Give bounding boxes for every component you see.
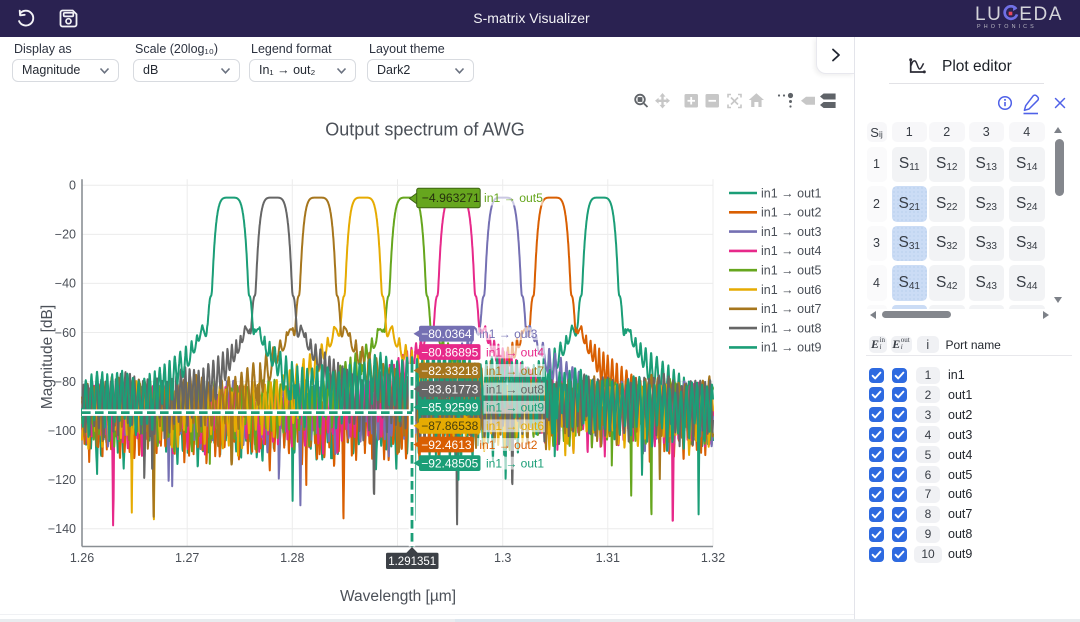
svg-text:1.31: 1.31	[596, 551, 620, 565]
svg-text:in1 → out6: in1 → out6	[761, 283, 822, 297]
svg-text:in1 → out5: in1 → out5	[484, 191, 543, 205]
svg-text:in1 → out9: in1 → out9	[761, 341, 822, 355]
svg-text:−40: −40	[55, 277, 76, 291]
svg-text:in1 → out5: in1 → out5	[761, 264, 822, 278]
svg-text:Wavelength [µm]: Wavelength [µm]	[340, 588, 456, 605]
svg-text:0: 0	[69, 179, 76, 193]
svg-text:−20: −20	[55, 228, 76, 242]
svg-text:−140: −140	[48, 522, 76, 536]
svg-text:in1 → out7: in1 → out7	[761, 302, 822, 316]
svg-text:−83.61773: −83.61773	[421, 382, 478, 396]
svg-text:in1 → out1: in1 → out1	[761, 186, 822, 200]
svg-text:−60: −60	[55, 326, 76, 340]
svg-text:−82.33218: −82.33218	[421, 364, 478, 378]
svg-text:1.3: 1.3	[494, 551, 511, 565]
svg-text:−92.48505: −92.48505	[421, 456, 478, 470]
svg-text:in1 → out7: in1 → out7	[486, 364, 544, 378]
svg-text:Magnitude [dB]: Magnitude [dB]	[39, 305, 56, 409]
svg-text:1.291351: 1.291351	[388, 556, 436, 568]
svg-text:−87.86538: −87.86538	[421, 419, 478, 433]
svg-text:1.26: 1.26	[70, 551, 94, 565]
svg-text:in1 → out9: in1 → out9	[486, 401, 544, 415]
svg-text:−120: −120	[48, 473, 76, 487]
svg-text:in1 → out8: in1 → out8	[761, 321, 822, 335]
svg-text:in1 → out1: in1 → out1	[486, 456, 544, 470]
svg-text:−80.0364: −80.0364	[421, 327, 472, 341]
svg-text:in1 → out4: in1 → out4	[761, 244, 822, 258]
svg-text:in1 → out6: in1 → out6	[486, 419, 544, 433]
svg-text:in1 → out2: in1 → out2	[479, 438, 537, 452]
svg-text:−92.4613: −92.4613	[421, 438, 472, 452]
svg-text:−80: −80	[55, 375, 76, 389]
svg-text:1.32: 1.32	[701, 551, 725, 565]
svg-text:in1 → out4: in1 → out4	[486, 345, 544, 359]
svg-text:in1 → out3: in1 → out3	[761, 225, 822, 239]
svg-text:in1 → out8: in1 → out8	[486, 382, 544, 396]
svg-text:−100: −100	[48, 424, 76, 438]
svg-text:1.27: 1.27	[175, 551, 199, 565]
svg-text:−85.92599: −85.92599	[421, 401, 478, 415]
svg-text:−80.86895: −80.86895	[421, 345, 478, 359]
svg-text:Output spectrum of AWG: Output spectrum of AWG	[325, 120, 524, 140]
svg-text:1.28: 1.28	[280, 551, 304, 565]
svg-text:in1 → out3: in1 → out3	[479, 327, 537, 341]
svg-text:−4.963271: −4.963271	[422, 191, 480, 205]
svg-text:in1 → out2: in1 → out2	[761, 206, 822, 220]
